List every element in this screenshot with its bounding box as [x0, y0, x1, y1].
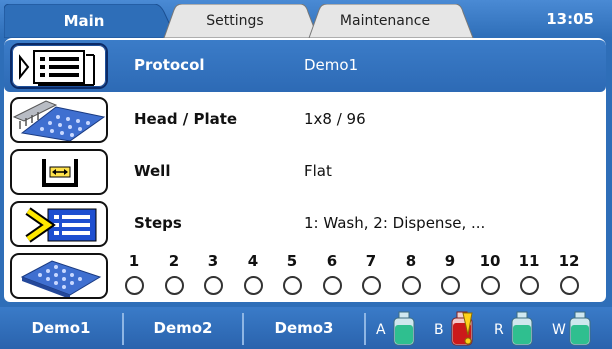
tab-settings-label: Settings [206, 13, 264, 29]
column-number: 5 [286, 252, 298, 270]
washer-screen: Main Settings Maintenance 13:05 Protocol… [0, 0, 612, 349]
well-column-toggle[interactable] [283, 276, 302, 295]
reservoir-a[interactable]: A [376, 311, 428, 347]
reservoir-r[interactable]: R [494, 311, 546, 347]
tab-maintenance-label: Maintenance [339, 13, 431, 29]
bottle-icon [569, 311, 591, 346]
demo3-button[interactable]: Demo3 [244, 307, 364, 349]
demo1-button[interactable]: Demo1 [0, 307, 122, 349]
well-column-toggle[interactable] [560, 276, 579, 295]
well-column-toggle[interactable] [165, 276, 184, 295]
reservoir-b-letter: B [434, 322, 444, 338]
well-columns: 1 2 3 4 5 6 7 8 9 10 11 12 [4, 38, 606, 302]
reservoir-a-letter: A [376, 322, 386, 338]
well-column-toggle[interactable] [481, 276, 500, 295]
bottle-icon [511, 311, 533, 346]
well-column-toggle[interactable] [323, 276, 342, 295]
well-column-toggle[interactable] [125, 276, 144, 295]
bottle-icon [393, 311, 415, 346]
column-number: 10 [479, 252, 501, 270]
reservoir-w-letter: W [552, 322, 566, 338]
column-number: 1 [128, 252, 140, 270]
demo2-button[interactable]: Demo2 [124, 307, 242, 349]
column-number: 12 [558, 252, 580, 270]
well-column-toggle[interactable] [520, 276, 539, 295]
tab-settings[interactable]: Settings [160, 4, 319, 38]
tab-main[interactable]: Main [4, 4, 177, 38]
column-number: 4 [247, 252, 259, 270]
reservoir-b[interactable]: B [434, 311, 486, 347]
tab-bar: Main Settings Maintenance 13:05 [0, 0, 612, 38]
column-number: 2 [168, 252, 180, 270]
column-number: 7 [365, 252, 377, 270]
reservoir-w[interactable]: W [552, 311, 604, 347]
bottom-bar: Demo1 Demo2 Demo3 A B R W [0, 307, 612, 349]
well-column-toggle[interactable] [402, 276, 421, 295]
reservoir-r-letter: R [494, 322, 504, 338]
bottle-warning-icon [451, 311, 473, 346]
divider [364, 313, 366, 345]
tab-main-label: Main [63, 12, 105, 30]
tab-maintenance[interactable]: Maintenance [305, 4, 474, 38]
well-column-toggle[interactable] [362, 276, 381, 295]
column-number: 3 [207, 252, 219, 270]
column-number: 6 [326, 252, 338, 270]
well-column-toggle[interactable] [204, 276, 223, 295]
column-number: 9 [444, 252, 456, 270]
well-column-toggle[interactable] [441, 276, 460, 295]
well-column-toggle[interactable] [244, 276, 263, 295]
clock: 13:05 [546, 10, 594, 28]
column-number: 8 [405, 252, 417, 270]
column-number: 11 [518, 252, 540, 270]
